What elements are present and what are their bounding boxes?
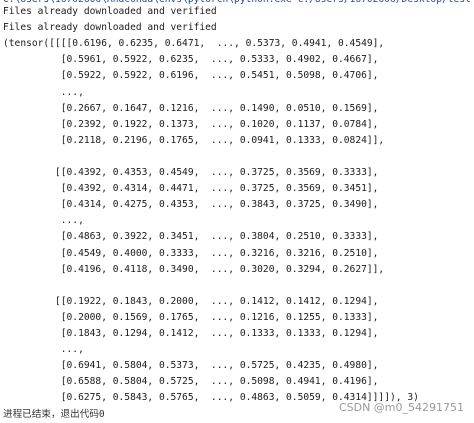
console-line: [0.4549, 0.4000, 0.3333, ..., 0.3216, 0.…: [3, 247, 379, 259]
console-line: [0.1843, 0.1294, 0.1412, ..., 0.1333, 0.…: [3, 328, 379, 339]
console-line: ...,: [3, 215, 84, 227]
console-line: [0.4392, 0.4314, 0.4471, ..., 0.3725, 0.…: [3, 183, 379, 195]
console-line: Files already downloaded and verified: [3, 22, 217, 34]
console-line: [0.2000, 0.1569, 0.1765, ..., 0.1216, 0.…: [3, 311, 379, 323]
console-line: [0.2118, 0.2196, 0.1765, ..., 0.0941, 0.…: [3, 134, 385, 146]
console-line: Files already downloaded and verified: [3, 6, 217, 17]
console-line: [[0.4392, 0.4353, 0.4549, ..., 0.3725, 0…: [3, 167, 379, 178]
console-line: [0.4196, 0.4118, 0.3490, ..., 0.3020, 0.…: [3, 263, 385, 275]
console-line: [0.5961, 0.5922, 0.6235, ..., 0.5333, 0.…: [3, 54, 379, 66]
process-exit-line: 进程已结束，退出代码0: [3, 408, 105, 420]
console-line: [[0.1922, 0.1843, 0.2000, ..., 0.1412, 0…: [3, 295, 379, 307]
console-line: [0.2667, 0.1647, 0.1216, ..., 0.1490, 0.…: [3, 102, 379, 114]
console-output: C:\Users\16702606\Anaconda\envs\pytorch\…: [0, 0, 474, 422]
console-line: ...,: [3, 86, 84, 98]
console-line: [0.4863, 0.3922, 0.3451, ..., 0.3804, 0.…: [3, 231, 379, 243]
console-line: [0.4314, 0.4275, 0.4353, ..., 0.3843, 0.…: [3, 199, 379, 211]
console-line: [0.6588, 0.5804, 0.5725, ..., 0.5098, 0.…: [3, 376, 379, 388]
csdn-watermark: CSDN @m0_54291751: [338, 401, 464, 414]
console-line: ...,: [3, 344, 84, 356]
console-line: [0.5922, 0.5922, 0.6196, ..., 0.5451, 0.…: [3, 70, 379, 82]
console-line: (tensor([[[[0.6196, 0.6235, 0.6471, ...,…: [3, 38, 385, 50]
console-line: [0.6941, 0.5804, 0.5373, ..., 0.5725, 0.…: [3, 360, 379, 372]
console-line: [0.2392, 0.1922, 0.1373, ..., 0.1020, 0.…: [3, 118, 379, 130]
